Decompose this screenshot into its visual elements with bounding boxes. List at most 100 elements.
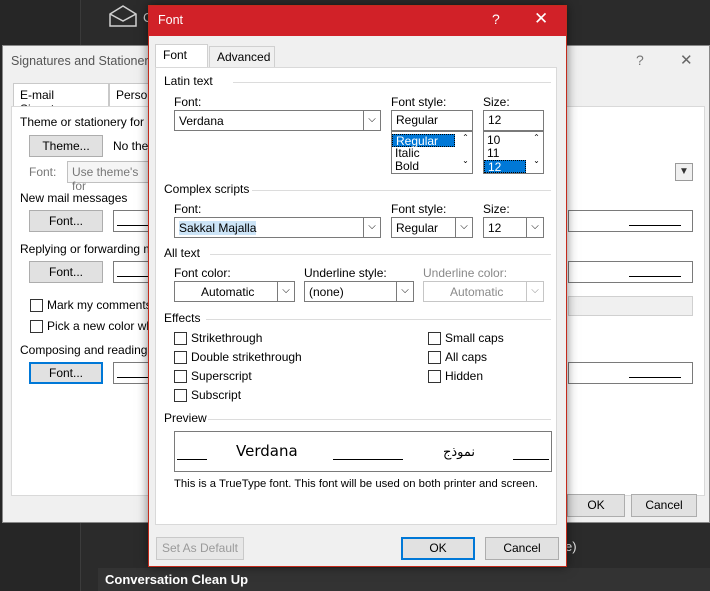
tab-email-signature[interactable]: E-mail Signature	[13, 83, 109, 116]
theme-font-combo[interactable]: Use theme's for	[67, 161, 153, 193]
set-as-default-button[interactable]: Set As Default	[156, 537, 244, 560]
latin-style-label: Font style:	[391, 95, 447, 109]
preview-note: This is a TrueType font. This font will …	[174, 478, 538, 490]
preview-underline	[177, 459, 207, 460]
subscript-checkbox[interactable]	[174, 389, 187, 402]
chevron-down-icon[interactable]: ▼	[675, 163, 693, 181]
cancel-button[interactable]: Cancel	[631, 494, 697, 517]
chevron-down-icon: ⌵	[526, 282, 543, 301]
reply-font-button[interactable]: Font...	[29, 261, 103, 283]
small-caps-checkbox[interactable]	[428, 332, 441, 345]
latin-size-label: Size:	[483, 95, 510, 109]
latin-section-label: Latin text	[164, 74, 213, 88]
complex-style-value: Regular	[396, 221, 439, 235]
preview-sample-text: Verdana	[236, 442, 298, 460]
preview-underline	[333, 459, 403, 460]
hidden-label: Hidden	[445, 369, 484, 383]
size-option-12[interactable]: 12	[484, 160, 526, 173]
complex-size-combo[interactable]: 12 ⌵	[483, 217, 544, 238]
tab-font-label: Font	[163, 48, 188, 62]
new-mail-font-button[interactable]: Font...	[29, 210, 103, 232]
chevron-down-icon[interactable]: ⌵	[455, 218, 472, 237]
chevron-down-icon[interactable]: ⌵	[396, 282, 413, 301]
composing-font-preview-left	[113, 362, 153, 384]
all-caps-checkbox[interactable]	[428, 351, 441, 364]
new-mail-font-preview-left	[113, 210, 153, 232]
font-color-label: Font color:	[174, 266, 231, 280]
ok-button[interactable]: OK	[567, 494, 625, 517]
chevron-down-icon[interactable]: ⌵	[277, 282, 294, 301]
new-mail-section-label: New mail messages	[20, 191, 128, 205]
underline-color-label: Underline color:	[423, 266, 508, 280]
latin-font-label: Font:	[174, 95, 202, 109]
title-bar	[149, 6, 566, 36]
underline-color-value: Automatic	[450, 285, 504, 299]
latin-style-list[interactable]: Regular Italic Bold ⌃ ⌄	[391, 131, 473, 174]
complex-section-label: Complex scripts	[164, 182, 250, 196]
help-button[interactable]: ?	[636, 52, 644, 68]
underline-style-combo[interactable]: (none) ⌵	[304, 281, 414, 302]
reply-font-preview-left	[113, 261, 153, 283]
underline-color-combo: Automatic ⌵	[423, 281, 544, 302]
subscript-label: Subscript	[191, 388, 242, 402]
double-strikethrough-checkbox[interactable]	[174, 351, 187, 364]
mark-comments-checkbox[interactable]	[30, 299, 43, 312]
all-caps-label: All caps	[445, 350, 488, 364]
theme-section-label: Theme or stationery for n	[20, 115, 155, 129]
underline-style-label: Underline style:	[304, 266, 387, 280]
comments-text-field	[568, 296, 693, 316]
theme-value: No ther	[113, 139, 153, 153]
pick-color-label: Pick a new color whe	[47, 319, 160, 333]
reply-font-preview	[568, 261, 693, 283]
divider	[210, 254, 551, 255]
font-tab-panel: Latin text Font: Verdana ⌵ Font style: R…	[155, 67, 557, 525]
composing-section-label: Composing and reading p	[20, 343, 158, 357]
composing-font-button[interactable]: Font...	[29, 362, 103, 384]
cancel-button[interactable]: Cancel	[485, 537, 559, 560]
close-button[interactable]: ✕	[534, 9, 548, 29]
help-button[interactable]: ?	[492, 11, 500, 27]
complex-style-label: Font style:	[391, 202, 447, 216]
chevron-down-icon[interactable]: ⌵	[363, 218, 380, 237]
double-strikethrough-label: Double strikethrough	[191, 350, 302, 364]
preview-section-label: Preview	[164, 411, 207, 425]
mark-comments-label: Mark my comments v	[47, 298, 162, 312]
complex-size-value: 12	[488, 221, 502, 235]
ok-button[interactable]: OK	[401, 537, 475, 560]
divider	[206, 319, 551, 320]
tab-advanced-label: Advanced	[217, 50, 271, 64]
reply-section-label: Replying or forwarding m	[20, 242, 154, 256]
underline-style-value: (none)	[309, 285, 344, 299]
superscript-checkbox[interactable]	[174, 370, 187, 383]
latin-size-input[interactable]: 12	[483, 110, 544, 131]
divider	[233, 82, 551, 83]
close-button[interactable]: ✕	[680, 51, 693, 69]
font-dialog: Font ? ✕ Font Advanced Latin text Font: …	[148, 5, 567, 567]
scrollbar[interactable]: ⌃ ⌄	[530, 132, 543, 173]
divider	[252, 190, 551, 191]
strikethrough-label: Strikethrough	[191, 331, 263, 345]
theme-button[interactable]: Theme...	[29, 135, 103, 157]
superscript-label: Superscript	[191, 369, 252, 383]
complex-font-combo[interactable]: Sakkal Majalla ⌵	[174, 217, 381, 238]
conversation-cleanup-header: Conversation Clean Up	[98, 568, 710, 591]
latin-font-value: Verdana	[179, 114, 224, 128]
latin-font-combo[interactable]: Verdana ⌵	[174, 110, 381, 131]
font-preview-box: Verdana نموذج	[174, 431, 552, 472]
hidden-checkbox[interactable]	[428, 370, 441, 383]
chevron-down-icon[interactable]: ⌵	[363, 111, 380, 130]
complex-style-combo[interactable]: Regular ⌵	[391, 217, 473, 238]
latin-style-input[interactable]: Regular	[391, 110, 473, 131]
font-color-combo[interactable]: Automatic ⌵	[174, 281, 295, 302]
small-caps-label: Small caps	[445, 331, 504, 345]
tab-advanced[interactable]: Advanced	[209, 46, 275, 68]
scrollbar[interactable]: ⌃ ⌄	[459, 132, 472, 173]
all-text-section-label: All text	[164, 246, 201, 260]
tab-font[interactable]: Font	[155, 44, 208, 68]
complex-font-label: Font:	[174, 202, 202, 216]
chevron-down-icon[interactable]: ⌵	[526, 218, 543, 237]
preview-underline	[513, 459, 549, 460]
pick-color-checkbox[interactable]	[30, 320, 43, 333]
latin-size-list[interactable]: 10 11 12 ⌃ ⌄	[483, 131, 544, 174]
strikethrough-checkbox[interactable]	[174, 332, 187, 345]
